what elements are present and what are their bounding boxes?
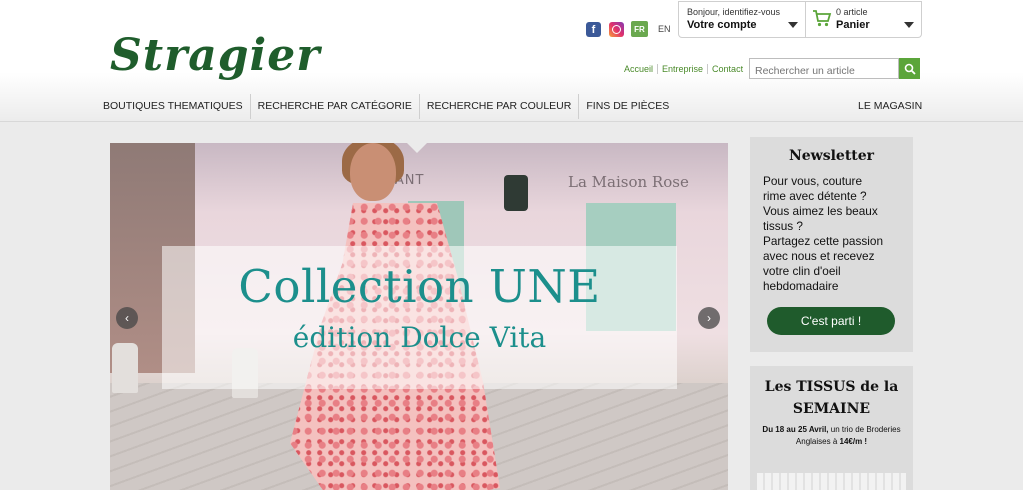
newsletter-subscribe-button[interactable]: C'est parti ! xyxy=(767,307,895,335)
tissus-description: Du 18 au 25 Avril, un trio de Broderies … xyxy=(756,424,907,448)
language-fr[interactable]: FR xyxy=(631,21,648,37)
tissus-title-line: SEMAINE xyxy=(792,401,871,417)
hero-photo-sign: La Maison Rose xyxy=(568,173,689,191)
nav-categorie[interactable]: RECHERCHE PAR CATÉGORIE xyxy=(251,94,420,119)
nav-le-magasin[interactable]: LE MAGASIN xyxy=(858,94,922,119)
instagram-icon[interactable] xyxy=(609,22,624,37)
tissus-semaine-box: Les TISSUS de la SEMAINE Du 18 au 25 Avr… xyxy=(750,366,913,490)
logo[interactable]: Stragier xyxy=(110,30,320,81)
chevron-down-icon xyxy=(904,22,914,28)
newsletter-line: tissus ? xyxy=(763,219,803,233)
chevron-down-icon xyxy=(788,22,798,28)
link-contact[interactable]: Contact xyxy=(708,64,747,74)
tissus-title-line: Les TISSUS de la xyxy=(764,379,899,395)
nav-fins-de-pieces[interactable]: FINS DE PIÈCES xyxy=(579,94,676,119)
cart-dropdown[interactable]: 0 article Panier xyxy=(806,1,922,38)
account-greeting: Bonjour, identifiez-vous xyxy=(687,7,781,17)
newsletter-box: Newsletter Pour vous, couture rime avec … xyxy=(750,137,913,352)
search-icon xyxy=(904,63,916,75)
newsletter-title: Newsletter xyxy=(788,148,875,164)
search-input[interactable] xyxy=(749,58,899,79)
hero-photo-model-head xyxy=(350,143,396,201)
nav-boutiques[interactable]: BOUTIQUES THEMATIQUES xyxy=(96,94,251,119)
cart-icon xyxy=(813,10,832,27)
tissus-date: Du 18 au 25 Avril, xyxy=(762,425,829,434)
newsletter-line: votre clin d'oeil xyxy=(763,264,841,278)
newsletter-line: rime avec détente ? xyxy=(763,189,867,203)
newsletter-text: Pour vous, couture rime avec détente ? V… xyxy=(763,174,908,294)
tissus-image[interactable] xyxy=(757,473,906,490)
hero-caption: Collection UNE édition Dolce Vita xyxy=(162,246,677,389)
top-links: Accueil Entreprise Contact xyxy=(624,64,747,74)
hero-slider[interactable]: AURANT La Maison Rose Collection UNE édi… xyxy=(110,143,728,490)
cart-count: 0 article xyxy=(836,7,868,17)
chevron-left-icon[interactable]: ‹ xyxy=(116,307,138,329)
tissus-price: 14€/m ! xyxy=(839,437,868,446)
newsletter-line: avec nous et recevez xyxy=(763,249,875,263)
site-header: Stragier f FR EN Bonjour, identifiez-vou… xyxy=(0,0,1023,122)
chevron-right-icon[interactable]: › xyxy=(698,307,720,329)
hero-title: Collection UNE xyxy=(238,260,601,313)
newsletter-line: hebdomadaire xyxy=(763,279,839,293)
newsletter-line: Pour vous, couture xyxy=(763,174,863,188)
language-en[interactable]: EN xyxy=(658,24,671,34)
nav-couleur[interactable]: RECHERCHE PAR COULEUR xyxy=(420,94,580,119)
link-accueil[interactable]: Accueil xyxy=(624,64,659,74)
hero-photo-lantern xyxy=(504,175,528,211)
newsletter-line: Partagez cette passion xyxy=(763,234,884,248)
account-dropdown[interactable]: Bonjour, identifiez-vous Votre compte xyxy=(678,1,806,38)
hero-photo-post xyxy=(112,343,138,393)
hero-subtitle: édition Dolce Vita xyxy=(292,321,547,354)
hero-notch xyxy=(405,141,429,153)
facebook-icon[interactable]: f xyxy=(586,22,601,37)
link-entreprise[interactable]: Entreprise xyxy=(658,64,709,74)
main-nav: BOUTIQUES THEMATIQUES RECHERCHE PAR CATÉ… xyxy=(96,94,676,119)
newsletter-line: Vous aimez les beaux xyxy=(763,204,878,218)
tissus-title: Les TISSUS de la SEMAINE xyxy=(750,376,913,420)
search-button[interactable] xyxy=(899,58,920,79)
